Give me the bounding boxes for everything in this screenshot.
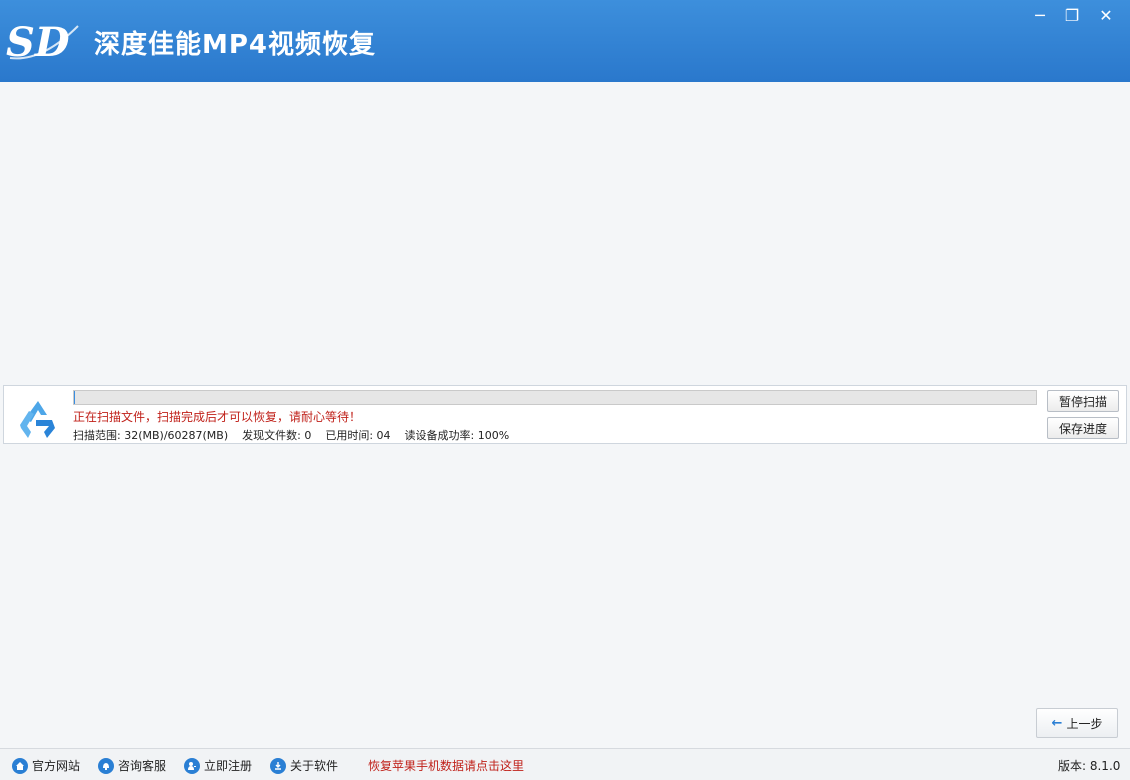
- scan-range: 扫描范围: 32(MB)/60287(MB): [73, 429, 229, 442]
- maximize-button[interactable]: ❐: [1056, 2, 1088, 28]
- version-label: 版本: 8.1.0: [1058, 759, 1121, 773]
- scan-panel: 正在扫描文件，扫描完成后才可以恢复，请耐心等待！ 扫描范围: 32(MB)/60…: [3, 385, 1127, 444]
- info-icon: [270, 757, 286, 774]
- sd-logo-icon: SD: [6, 19, 79, 64]
- scan-status-message: 正在扫描文件，扫描完成后才可以恢复，请耐心等待！: [73, 410, 362, 424]
- arrow-left-icon: ←: [1051, 715, 1063, 731]
- close-button[interactable]: ✕: [1090, 2, 1122, 28]
- back-button-label: 上一步: [1066, 716, 1103, 731]
- minimize-button[interactable]: ─: [1024, 2, 1056, 28]
- pause-scan-button[interactable]: 暂停扫描: [1047, 390, 1119, 412]
- status-bar: 官方网站 咨询客服 立即注册 关于软件 恢复苹果手机数据请点击这里 版本: 8.…: [0, 748, 1130, 780]
- title-bar: SD 深度佳能MP4视频恢复 ─ ❐ ✕: [0, 0, 1130, 82]
- register-link[interactable]: 立即注册: [184, 757, 252, 774]
- scan-progress-bar: [73, 390, 1037, 405]
- save-progress-button[interactable]: 保存进度: [1047, 417, 1119, 439]
- elapsed-time: 已用时间: 04: [325, 429, 391, 442]
- consult-support-label: 咨询客服: [118, 759, 167, 773]
- about-software-label: 关于软件: [290, 759, 339, 773]
- official-site-label: 官方网站: [32, 759, 81, 773]
- apple-recovery-link[interactable]: 恢复苹果手机数据请点击这里: [368, 757, 524, 774]
- support-icon: [98, 757, 114, 774]
- back-button[interactable]: ← 上一步: [1036, 708, 1118, 738]
- official-site-link[interactable]: 官方网站: [12, 757, 80, 774]
- read-success-rate: 读设备成功率: 100%: [404, 429, 510, 442]
- user-add-icon: [184, 757, 200, 774]
- found-files-count: 发现文件数: 0: [242, 429, 312, 442]
- home-icon: [12, 757, 28, 774]
- app-title: 深度佳能MP4视频恢复: [94, 30, 377, 60]
- consult-support-link[interactable]: 咨询客服: [98, 757, 166, 774]
- scan-stats: 扫描范围: 32(MB)/60287(MB) 发现文件数: 0 已用时间: 04…: [73, 427, 509, 443]
- about-software-link[interactable]: 关于软件: [270, 757, 338, 774]
- recycle-icon: [20, 401, 55, 438]
- register-label: 立即注册: [204, 759, 253, 773]
